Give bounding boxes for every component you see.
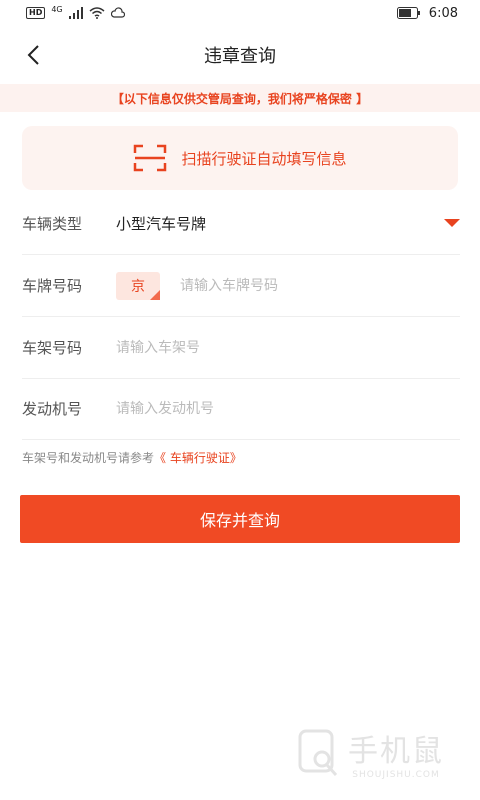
corner-triangle-icon [150, 289, 160, 300]
watermark: 手机鼠 SHOUJISHU.COM [296, 726, 444, 780]
frame-number-row: 车架号码 [22, 317, 460, 379]
plate-number-label: 车牌号码 [22, 277, 83, 295]
status-left: HD 4G [26, 4, 125, 19]
scan-icon [134, 144, 167, 172]
reference-hint: 车架号和发动机号请参考 《 车辆行驶证》 [22, 449, 242, 466]
watermark-text: 手机鼠 SHOUJISHU.COM [348, 726, 444, 780]
vehicle-type-value: 小型汽车号牌 [116, 215, 207, 233]
status-time: 6:08 [428, 5, 458, 21]
province-value: 京 [131, 278, 145, 295]
chevron-left-icon [27, 45, 39, 65]
page-title: 违章查询 [204, 46, 276, 67]
save-and-query-button[interactable]: 保存并查询 [20, 495, 460, 543]
status-right: 6:08 [396, 5, 458, 21]
scan-label: 扫描行驶证自动填写信息 [181, 149, 347, 168]
watermark-en: SHOUJISHU.COM [352, 770, 440, 780]
triangle-down-icon[interactable] [444, 219, 460, 227]
engine-number-input[interactable] [116, 393, 460, 424]
plate-number-input[interactable] [180, 270, 460, 301]
wifi-icon [89, 7, 105, 19]
engine-number-label: 发动机号 [22, 400, 83, 418]
plate-number-row: 车牌号码 京 [22, 255, 460, 317]
nav-bar: 违章查询 [0, 30, 480, 80]
back-button[interactable] [18, 40, 48, 70]
license-reference-link[interactable]: 《 车辆行驶证》 [154, 449, 242, 466]
frame-number-label: 车架号码 [22, 339, 83, 357]
hd-badge: HD [26, 7, 46, 19]
battery-icon [396, 7, 420, 19]
province-selector[interactable]: 京 [116, 271, 160, 300]
signal-icon [68, 7, 83, 19]
hint-text: 车架号和发动机号请参考 [22, 451, 155, 465]
privacy-notice: 【以下信息仅供交管局查询，我们将严格保密 】 [0, 84, 480, 112]
engine-number-row: 发动机号 [22, 378, 460, 440]
vehicle-type-row[interactable]: 车辆类型 小型汽车号牌 [22, 193, 460, 255]
network-label: 4G [51, 4, 63, 14]
scan-license-button[interactable]: 扫描行驶证自动填写信息 [22, 126, 458, 190]
vehicle-type-label: 车辆类型 [22, 215, 83, 233]
status-bar: HD 4G 6:08 [0, 0, 480, 26]
frame-number-input[interactable] [116, 332, 460, 363]
cloud-icon [110, 7, 125, 18]
watermark-cn: 手机鼠 [348, 734, 444, 769]
mouse-logo-icon [298, 729, 338, 777]
